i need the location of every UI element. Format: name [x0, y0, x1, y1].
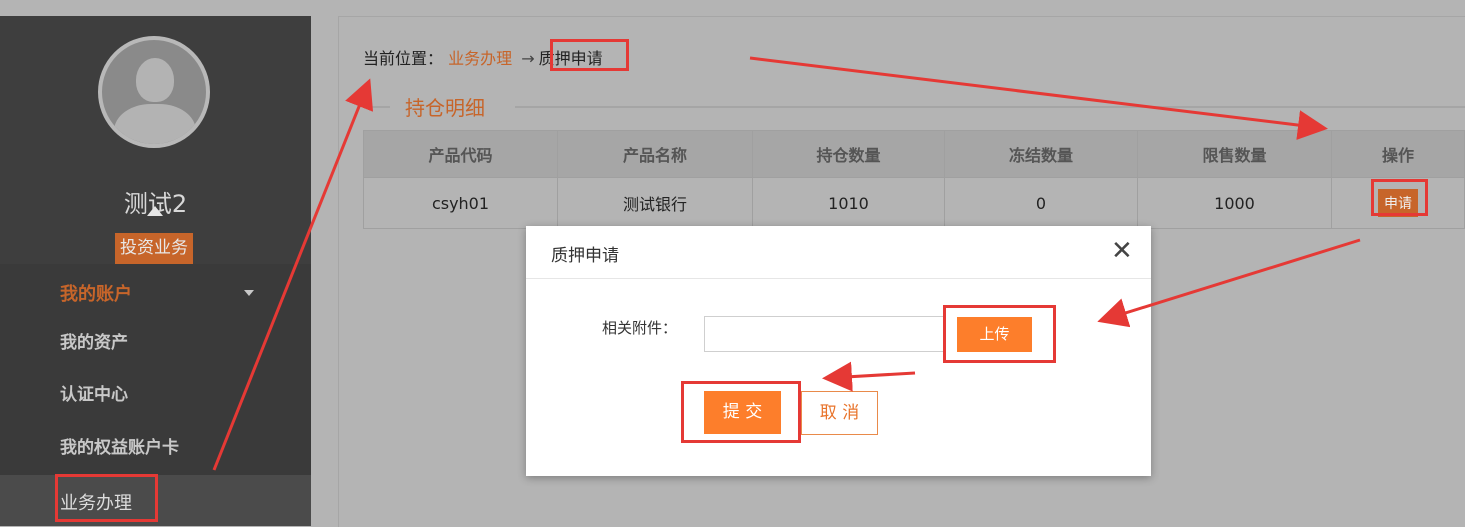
annotation-arrow-to-submit [822, 361, 916, 392]
annotation-arrows [212, 56, 1361, 471]
annotation-arrow-to-action [749, 56, 1328, 140]
annotation-arrow-to-breadcrumb [212, 78, 374, 471]
annotation-arrow-to-upload [1097, 238, 1361, 328]
